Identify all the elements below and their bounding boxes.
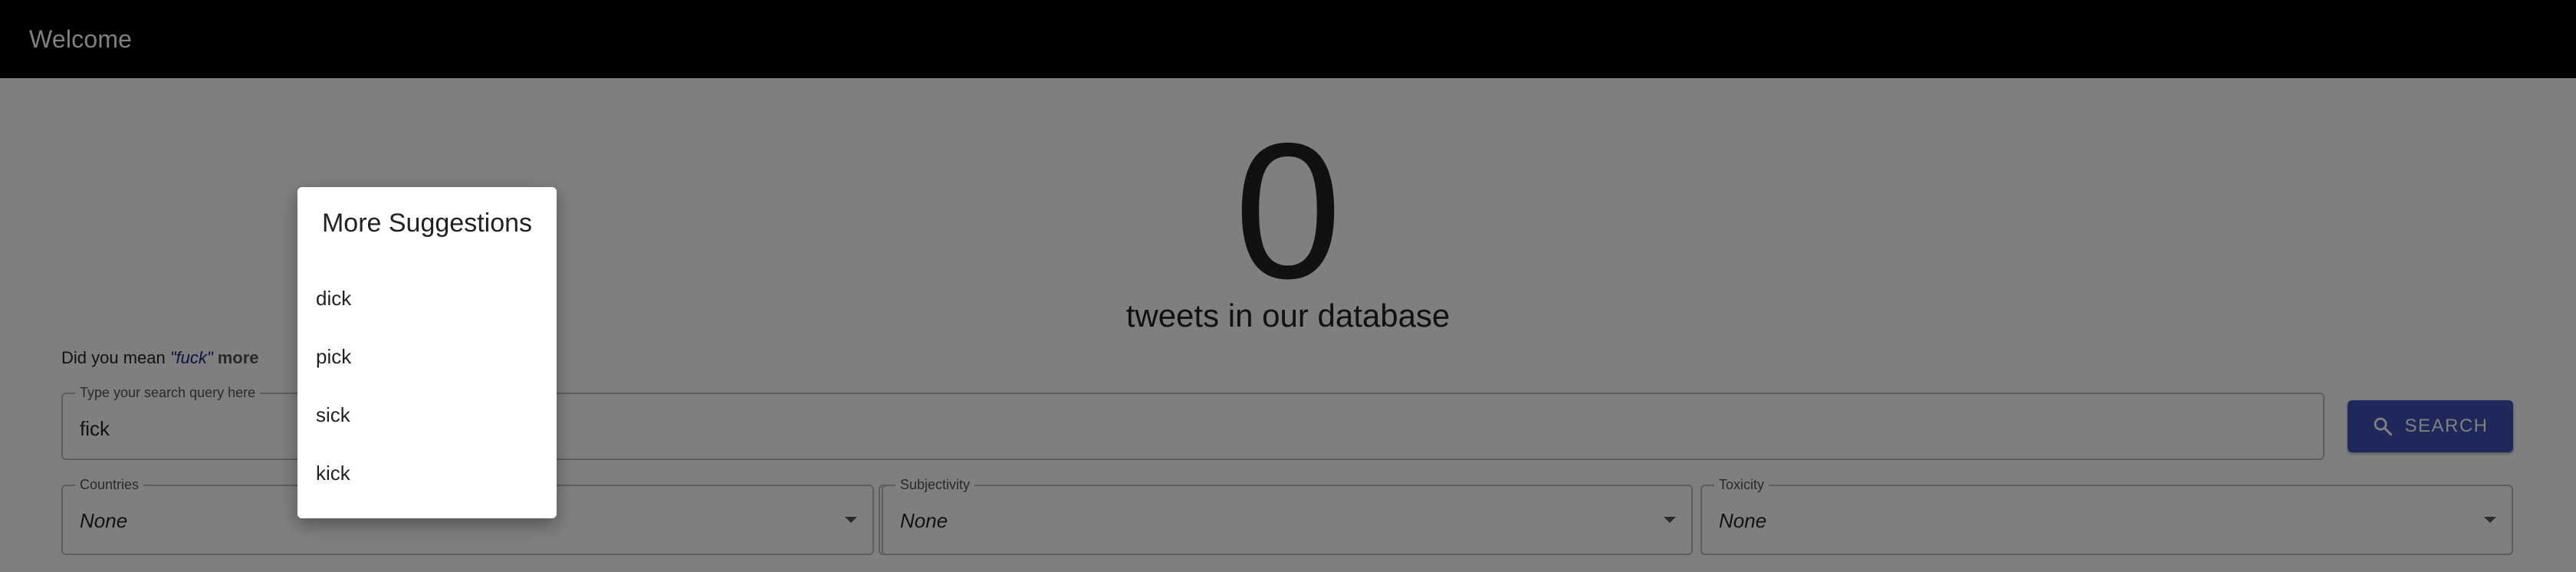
suggestion-item[interactable]: sick (316, 403, 351, 462)
page: Welcome 0 tweets in our database Did you… (0, 0, 2576, 572)
suggestions-list: dick pick sick kick (316, 287, 351, 520)
suggestion-item[interactable]: kick (316, 462, 351, 520)
suggestion-item[interactable]: dick (316, 287, 351, 345)
popover-title: More Suggestions (321, 209, 533, 238)
suggestion-item[interactable]: pick (316, 345, 351, 403)
more-suggestions-popover: More Suggestions dick pick sick kick (297, 187, 557, 518)
